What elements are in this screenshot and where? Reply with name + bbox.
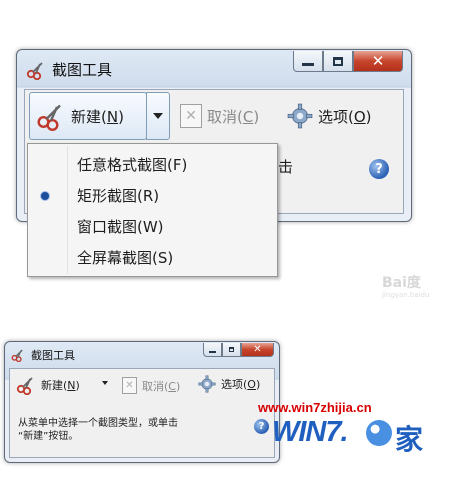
- maximize-icon: [228, 346, 235, 353]
- new-dropdown-button[interactable]: [102, 381, 108, 385]
- new-dropdown-button[interactable]: [146, 92, 170, 140]
- description-line-1: 从菜单中选择一个截图类型，或单击: [18, 418, 178, 429]
- new-button-label: 新建(N): [41, 379, 80, 392]
- maximize-button[interactable]: [222, 343, 241, 357]
- toolbar: 新建(N) ✕ 取消(C) 选项(O): [10, 369, 274, 399]
- cancel-button-label: 取消(C): [207, 107, 260, 126]
- cancel-button[interactable]: ✕ 取消(C): [122, 377, 180, 394]
- toolbar: 新建(N) ✕ 取消(C) 选项(O): [25, 90, 403, 142]
- gear-icon: [198, 375, 216, 393]
- site-url-watermark: www.win7zhijia.cn: [258, 400, 372, 415]
- options-button[interactable]: 选项(O): [287, 103, 372, 129]
- options-button-label: 选项(O): [221, 378, 261, 391]
- close-icon: ✕: [253, 344, 262, 355]
- new-button[interactable]: 新建(N): [29, 92, 147, 140]
- cancel-x-icon: ✕: [122, 377, 137, 394]
- new-button-label: 新建(N): [71, 107, 124, 126]
- caption-buttons: ✕: [203, 343, 274, 357]
- close-icon: ✕: [371, 52, 385, 70]
- description-text: 从菜单中选择一个截图类型，或单击 “新建”按钮。: [18, 417, 218, 443]
- chevron-down-icon: [102, 381, 108, 385]
- cancel-button[interactable]: ✕ 取消(C): [180, 104, 259, 128]
- maximize-button[interactable]: [323, 51, 353, 72]
- menu-item-rectangular[interactable]: 矩形截图(R): [77, 183, 159, 209]
- minimize-button[interactable]: [293, 51, 323, 72]
- description-line-2: “新建”按钮。: [18, 431, 79, 442]
- windows-logo-icon: [366, 420, 392, 446]
- gear-icon: [287, 103, 313, 129]
- brand-logo-text: WIN7.: [272, 416, 349, 448]
- maximize-icon: [333, 56, 343, 66]
- title-bar: 截图工具: [26, 59, 112, 80]
- menu-item-full-screen[interactable]: 全屏幕截图(S): [77, 245, 173, 271]
- new-button[interactable]: 新建(N): [16, 375, 80, 395]
- baidu-watermark: Bai度: [382, 275, 421, 291]
- client-area: 新建(N) ✕ 取消(C) 选项(O) 从菜单中选择一个截图类型，或单击 “新建…: [9, 368, 275, 458]
- caption-buttons: ✕: [293, 51, 403, 72]
- close-button[interactable]: ✕: [241, 343, 274, 357]
- help-icon[interactable]: ?: [369, 159, 389, 179]
- window-title: 截图工具: [52, 61, 113, 79]
- cancel-button-label: 取消(C): [142, 379, 181, 393]
- new-snip-dropdown-menu: 任意格式截图(F) 矩形截图(R) 窗口截图(W) 全屏幕截图(S): [27, 143, 278, 277]
- selected-radio-icon: [41, 192, 49, 200]
- window-title: 截图工具: [31, 349, 75, 362]
- menu-item-window[interactable]: 窗口截图(W): [77, 214, 164, 240]
- snipping-tool-window-small: 截图工具 ✕ 新建(N) ✕ 取消(C) 选项(O) 从菜单中选择一个截图类型，…: [4, 341, 280, 463]
- title-bar: 截图工具: [11, 347, 75, 363]
- menu-item-free-form[interactable]: 任意格式截图(F): [77, 152, 187, 178]
- scissors-icon: [16, 377, 33, 395]
- scissors-icon: [26, 61, 43, 80]
- minimize-button[interactable]: [203, 343, 222, 357]
- options-button-label: 选项(O): [318, 107, 372, 126]
- baidu-watermark-sub: jingyan.baidu: [382, 291, 430, 299]
- chevron-down-icon: [153, 113, 163, 119]
- help-icon[interactable]: ?: [254, 419, 269, 434]
- scissors-icon: [37, 104, 61, 131]
- close-button[interactable]: ✕: [353, 51, 403, 72]
- options-button[interactable]: 选项(O): [198, 375, 260, 393]
- cancel-x-icon: ✕: [180, 104, 202, 128]
- brand-logo-jia: 家: [395, 423, 424, 456]
- minimize-icon: [209, 350, 216, 353]
- minimize-icon: [302, 62, 314, 66]
- scissors-icon: [11, 349, 23, 362]
